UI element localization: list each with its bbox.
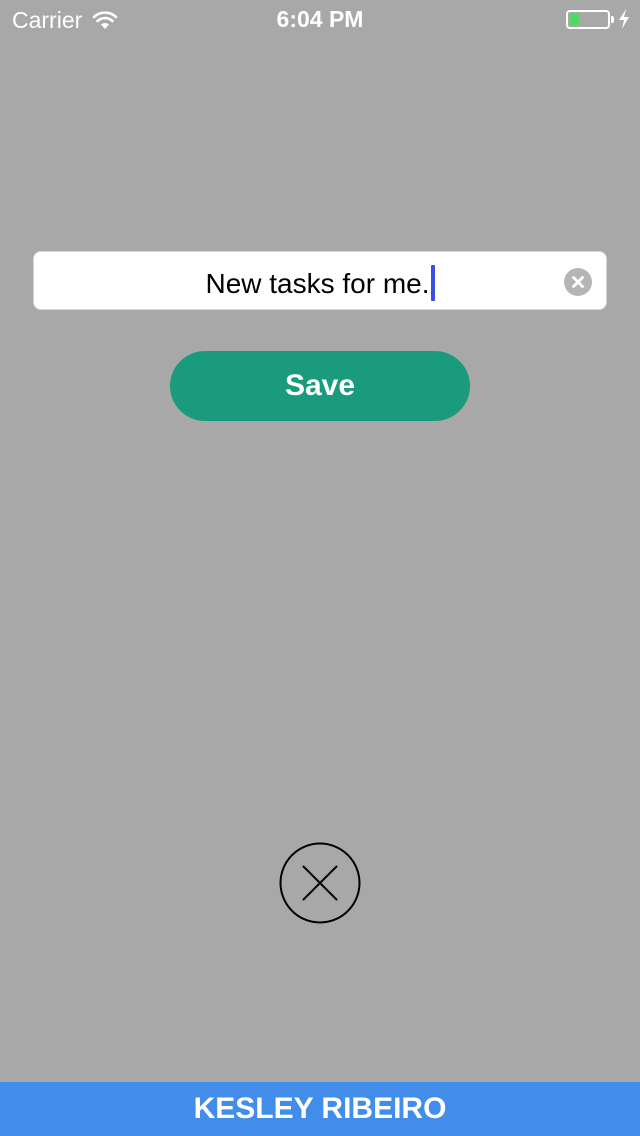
status-time: 6:04 PM (276, 6, 364, 32)
task-input-value[interactable]: New tasks for me. (34, 265, 606, 301)
status-bar: Carrier 6:04 PM (0, 0, 640, 40)
battery-icon (566, 10, 614, 29)
task-text-field[interactable]: New tasks for me. (33, 251, 607, 310)
save-button[interactable]: Save (170, 351, 470, 421)
bolt-icon (619, 9, 629, 29)
screen: Carrier 6:04 PM New tasks for me. Save K… (0, 0, 640, 1136)
battery-cap (611, 16, 614, 23)
battery-level (570, 14, 579, 25)
footer-banner: KESLEY RIBEIRO (0, 1082, 640, 1136)
text-caret (430, 265, 435, 301)
clear-icon[interactable] (564, 268, 592, 296)
task-input-text: New tasks for me. (205, 268, 430, 299)
close-icon[interactable] (279, 842, 361, 924)
